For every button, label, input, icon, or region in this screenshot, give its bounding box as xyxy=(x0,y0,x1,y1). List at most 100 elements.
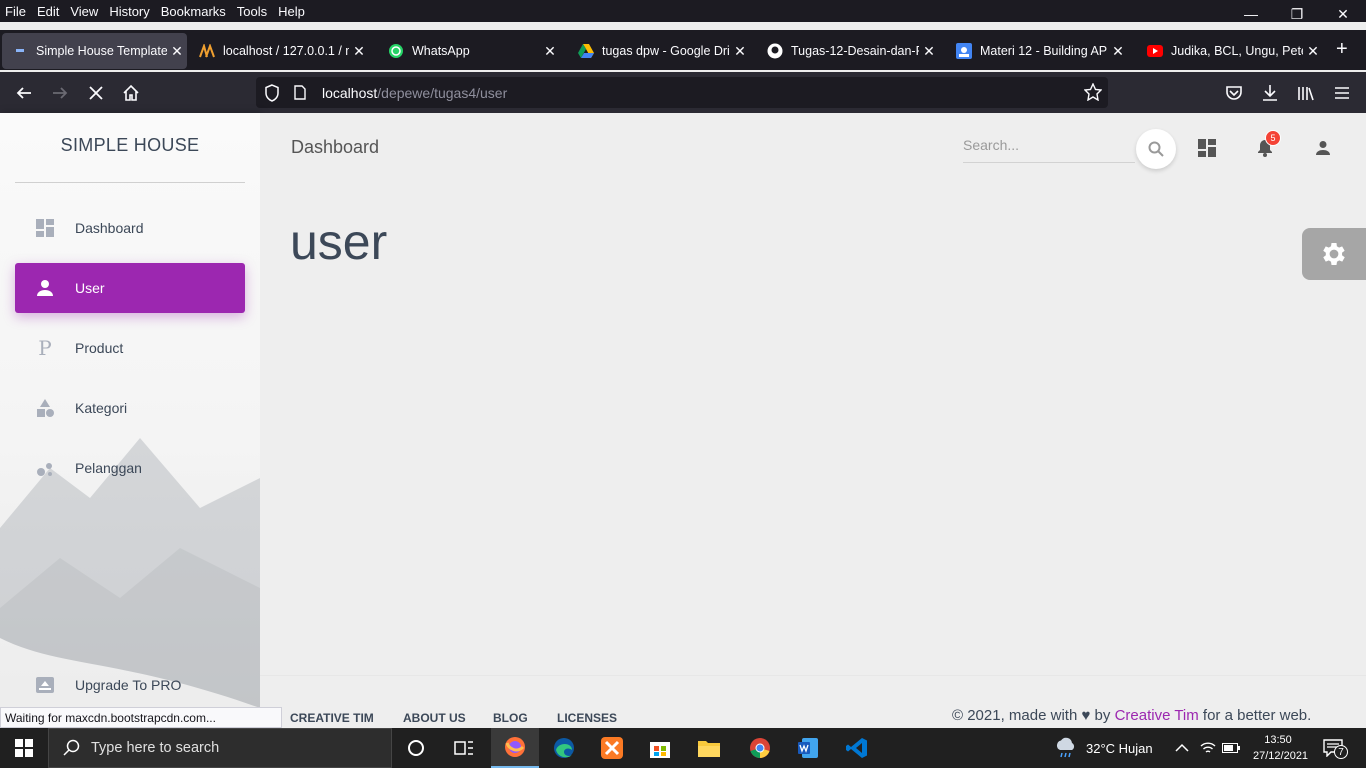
menu-file[interactable]: File xyxy=(0,4,31,19)
forward-icon[interactable] xyxy=(47,80,73,106)
tab-github[interactable]: Tugas-12-Desain-dan-Pe ✕ xyxy=(757,33,939,69)
clock-date: 27/12/2021 xyxy=(1253,750,1309,762)
shield-icon[interactable] xyxy=(264,83,282,102)
battery-icon xyxy=(1222,743,1240,753)
vscode-taskbar-app[interactable] xyxy=(833,728,881,768)
tab-materi[interactable]: Materi 12 - Building API v ✕ xyxy=(946,33,1128,69)
windows-start-button[interactable] xyxy=(0,728,48,768)
xampp-taskbar-app[interactable] xyxy=(588,728,636,768)
sidebar-item-dashboard[interactable]: Dashboard xyxy=(15,203,245,253)
minimize-button[interactable]: — xyxy=(1228,0,1274,28)
tab-simple-house[interactable]: Simple House Template ✕ xyxy=(2,33,187,69)
menu-tools[interactable]: Tools xyxy=(231,4,272,19)
edge-taskbar-app[interactable] xyxy=(540,728,588,768)
tab-whatsapp[interactable]: WhatsApp ✕ xyxy=(378,33,560,69)
taskbar-search[interactable]: Type here to search xyxy=(48,728,392,768)
copyright-by: by xyxy=(1094,707,1111,724)
folder-icon xyxy=(698,741,720,757)
url-text: localhost/depewe/tugas4/user xyxy=(322,85,507,101)
upgrade-icon xyxy=(33,673,57,697)
firefox-icon xyxy=(505,737,525,757)
menu-help[interactable]: Help xyxy=(272,4,310,19)
pocket-icon[interactable] xyxy=(1221,80,1247,106)
store-taskbar-app[interactable] xyxy=(636,728,684,768)
sidebar-item-label: Upgrade To PRO xyxy=(75,677,182,693)
close-tab-icon[interactable]: ✕ xyxy=(1108,43,1128,60)
person-icon xyxy=(1316,141,1330,155)
settings-plugin-button[interactable] xyxy=(1302,228,1366,280)
menu-history[interactable]: History xyxy=(103,4,154,19)
network-button[interactable] xyxy=(1200,728,1216,768)
sidebar-item-kategori[interactable]: Kategori xyxy=(15,383,245,433)
tab-google-drive[interactable]: tugas dpw - Google Drive ✕ xyxy=(568,33,750,69)
sidebar-item-pelanggan[interactable]: Pelanggan xyxy=(15,443,245,493)
address-bar[interactable]: localhost/depewe/tugas4/user xyxy=(256,77,1108,108)
search-button[interactable] xyxy=(1136,129,1176,169)
close-tab-icon[interactable]: ✕ xyxy=(919,43,939,60)
creative-tim-link[interactable]: Creative Tim xyxy=(1115,707,1199,724)
dashboard-icon xyxy=(1198,139,1216,157)
dot-icon xyxy=(12,43,28,59)
hamburger-menu-icon[interactable] xyxy=(1329,80,1355,106)
footer-link-licenses[interactable]: LICENSES xyxy=(557,711,617,725)
library-icon[interactable] xyxy=(1293,80,1319,106)
main-panel: Dashboard Search... 5 user xyxy=(260,113,1366,708)
category-icon xyxy=(33,396,57,420)
profile-button[interactable] xyxy=(1312,137,1334,159)
menu-edit[interactable]: Edit xyxy=(31,4,64,19)
page-icon xyxy=(294,85,308,100)
show-hidden-icons-button[interactable] xyxy=(1175,728,1189,768)
stop-loading-icon[interactable] xyxy=(83,80,109,106)
tab-youtube[interactable]: Judika, BCL, Ungu, Peterp ✕ xyxy=(1137,33,1323,69)
action-center-badge: 7 xyxy=(1334,745,1348,759)
status-text: Waiting for maxcdn.bootstrapcdn.com... xyxy=(0,707,282,728)
weather-widget[interactable]: 32°C Hujan xyxy=(1054,728,1153,768)
footer-link-blog[interactable]: BLOG xyxy=(493,711,528,725)
cortana-button[interactable] xyxy=(392,728,440,768)
close-tab-icon[interactable]: ✕ xyxy=(540,43,560,60)
home-icon[interactable] xyxy=(118,80,144,106)
rain-cloud-icon xyxy=(1056,737,1075,758)
sidebar-item-label: Pelanggan xyxy=(75,460,142,476)
file-explorer-taskbar-app[interactable] xyxy=(685,728,733,768)
close-tab-icon[interactable]: ✕ xyxy=(730,43,750,60)
sidebar-item-user[interactable]: User xyxy=(15,263,245,313)
brand-logo-text[interactable]: SIMPLE HOUSE xyxy=(15,135,245,156)
bookmark-star-icon[interactable] xyxy=(1084,83,1102,101)
tab-phpmyadmin[interactable]: localhost / 127.0.0.1 / ma ✕ xyxy=(189,33,369,69)
page-title[interactable]: Dashboard xyxy=(291,137,379,158)
youtube-icon xyxy=(1147,43,1163,59)
notification-badge: 5 xyxy=(1265,130,1281,146)
copyright: © 2021, made with ♥ by Creative Tim for … xyxy=(952,707,1311,724)
chrome-taskbar-app[interactable] xyxy=(736,728,784,768)
menu-bookmarks[interactable]: Bookmarks xyxy=(155,4,231,19)
phpmyadmin-icon xyxy=(199,43,215,59)
close-tab-icon[interactable]: ✕ xyxy=(1303,43,1323,60)
new-tab-icon[interactable]: + xyxy=(1336,38,1348,61)
tab-label: WhatsApp xyxy=(412,44,470,58)
firefox-taskbar-app[interactable] xyxy=(491,728,539,768)
clock[interactable]: 13:50 27/12/2021 xyxy=(1253,732,1309,764)
dashboard-grid-button[interactable] xyxy=(1196,137,1218,159)
restore-button[interactable]: ❐ xyxy=(1274,0,1320,28)
chrome-icon xyxy=(750,738,770,758)
action-center-button[interactable]: 7 xyxy=(1323,728,1348,768)
sidebar-item-product[interactable]: P Product xyxy=(15,323,245,373)
word-taskbar-app[interactable] xyxy=(784,728,832,768)
task-view-button[interactable] xyxy=(440,728,488,768)
tab-label: Materi 12 - Building API v xyxy=(980,44,1108,58)
battery-button[interactable] xyxy=(1222,728,1240,768)
close-tab-icon[interactable]: ✕ xyxy=(349,43,369,60)
search-input[interactable]: Search... xyxy=(963,137,1135,163)
cortana-icon xyxy=(408,740,424,756)
download-icon[interactable] xyxy=(1257,80,1283,106)
gear-icon xyxy=(1323,243,1345,265)
footer-link-creative-tim[interactable]: CREATIVE TIM xyxy=(290,711,374,725)
footer-link-about-us[interactable]: ABOUT US xyxy=(403,711,466,725)
menu-view[interactable]: View xyxy=(64,4,103,19)
close-tab-icon[interactable]: ✕ xyxy=(167,43,187,60)
tab-label: Tugas-12-Desain-dan-Pe xyxy=(791,44,919,58)
close-window-button[interactable]: ✕ xyxy=(1320,0,1366,28)
back-icon[interactable] xyxy=(11,80,37,106)
sidebar-item-upgrade[interactable]: Upgrade To PRO xyxy=(15,660,245,710)
